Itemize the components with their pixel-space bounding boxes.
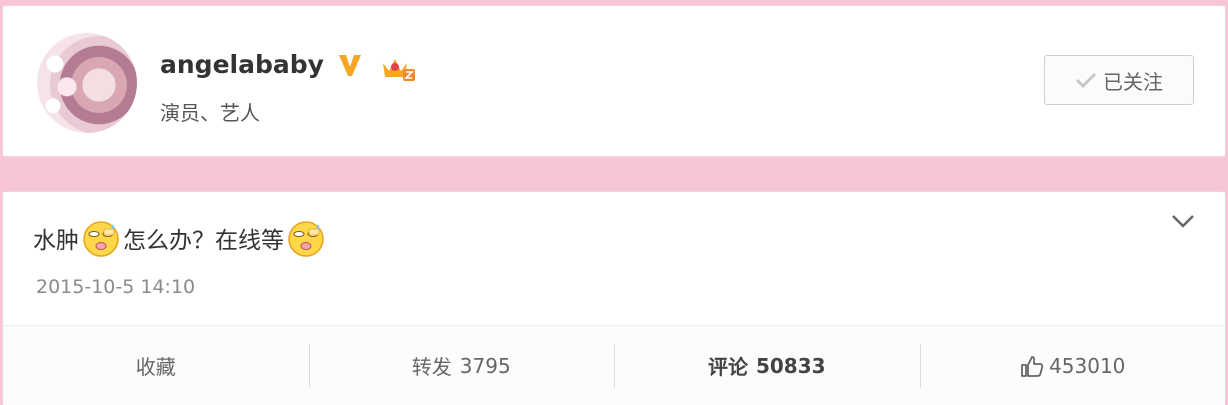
comment-button[interactable]: 评论 50833 bbox=[614, 326, 920, 405]
follow-button-label: 已关注 bbox=[1103, 69, 1163, 94]
post-text-part2: 怎么办？在线等 bbox=[123, 228, 284, 254]
like-button[interactable]: 453010 bbox=[919, 326, 1226, 405]
post-timestamp[interactable]: 2015-10-5 14:10 bbox=[36, 276, 195, 298]
check-icon bbox=[1075, 72, 1097, 89]
chevron-down-icon[interactable] bbox=[1170, 212, 1196, 230]
post-card: 水肿 怎么办？在线等 2015-10-5 14:10 收藏 转发 3795 评论… bbox=[2, 191, 1226, 405]
favorite-button[interactable]: 收藏 bbox=[3, 326, 309, 405]
comment-count: 50833 bbox=[755, 353, 826, 378]
username[interactable]: angelababy bbox=[160, 50, 324, 79]
follow-button[interactable]: 已关注 bbox=[1044, 55, 1194, 105]
favorite-label: 收藏 bbox=[135, 355, 176, 379]
profile-card: angelababy 演员、艺人 已关注 bbox=[2, 5, 1226, 157]
avatar-flowers bbox=[43, 45, 83, 121]
verified-v-icon bbox=[339, 55, 361, 76]
like-count: 453010 bbox=[1049, 353, 1126, 378]
avatar[interactable] bbox=[37, 33, 137, 133]
post-actions-bar: 收藏 转发 3795 评论 50833 453010 bbox=[3, 325, 1225, 405]
sweat-face-emoji-icon bbox=[288, 221, 324, 257]
member-crown-icon[interactable] bbox=[379, 53, 417, 85]
post-text-part1: 水肿 bbox=[33, 228, 79, 254]
profile-subtitle: 演员、艺人 bbox=[160, 101, 260, 125]
thumbs-up-icon bbox=[1021, 355, 1044, 377]
repost-button[interactable]: 转发 3795 bbox=[308, 326, 615, 405]
repost-label: 转发 bbox=[411, 355, 452, 379]
comment-label: 评论 bbox=[707, 355, 748, 379]
sweat-face-emoji-icon bbox=[83, 221, 119, 257]
repost-count: 3795 bbox=[459, 353, 511, 378]
post-text: 水肿 怎么办？在线等 bbox=[33, 218, 328, 258]
